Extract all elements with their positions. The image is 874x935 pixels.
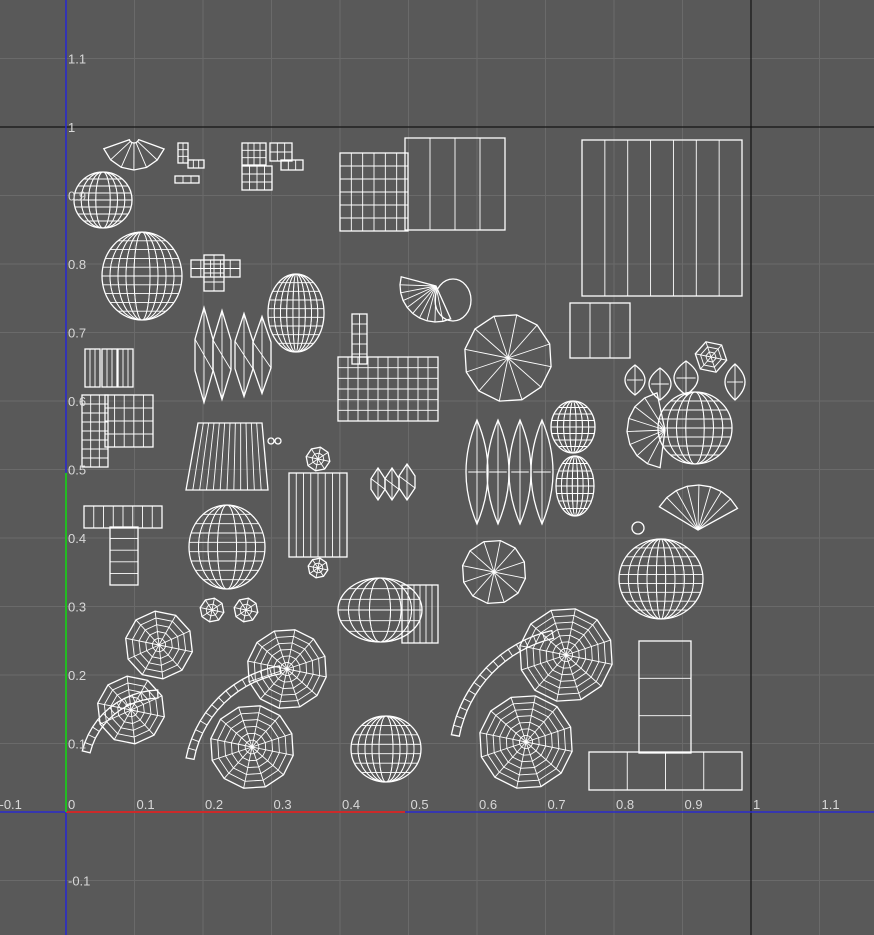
uv-shell-umbrella <box>461 539 527 605</box>
uv-shell-leaf <box>724 363 746 401</box>
v-tick-label: 0.2 <box>68 668 86 683</box>
v-tick-label: 0.9 <box>68 189 86 204</box>
v-tick-label: 0.3 <box>68 600 86 615</box>
uv-shell-cap <box>233 597 259 623</box>
uv-shells[interactable] <box>73 137 746 791</box>
uv-shell-large-box <box>581 139 743 297</box>
uv-shell-sphere <box>555 455 595 517</box>
uv-shell-grid <box>569 302 631 359</box>
uv-shell-leaf <box>624 364 646 396</box>
v-tick-label: 0.4 <box>68 531 86 546</box>
uv-shell-strip <box>101 348 118 388</box>
uv-shell-crystal <box>370 466 386 502</box>
uv-shell-band <box>185 665 282 761</box>
uv-shell-leaf <box>508 418 532 526</box>
uv-shell-crystal <box>212 308 232 402</box>
v-tick-label: -0.1 <box>68 874 90 889</box>
u-tick-label: 0 <box>68 797 75 812</box>
u-tick-label: 0.1 <box>137 797 155 812</box>
u-tick-label: 0.6 <box>479 797 497 812</box>
uv-shell-sphere <box>350 715 422 783</box>
uv-shell-grid <box>241 165 273 191</box>
uv-shell-grid <box>190 259 241 278</box>
uv-shell-umbrella <box>464 314 552 402</box>
uv-shell-t-bar <box>588 751 743 791</box>
uv-shell-dot <box>631 521 645 535</box>
uv-shell-fan <box>399 275 452 323</box>
u-tick-label: 0.8 <box>616 797 634 812</box>
uv-shell-skirt <box>185 422 269 491</box>
uv-shell-grid <box>241 142 267 166</box>
uv-shell-cap <box>125 610 193 680</box>
v-tick-label: 0.8 <box>68 257 86 272</box>
uv-shell-leaf <box>465 418 489 526</box>
u-tick-label: 0.2 <box>205 797 223 812</box>
uv-shell-sphere <box>101 231 183 321</box>
uv-shell-cap <box>247 629 327 709</box>
v-tick-label: 1 <box>68 120 75 135</box>
v-tick-label: 1.1 <box>68 52 86 67</box>
uv-shell-cap <box>210 705 294 789</box>
uv-shell-t-bar <box>638 640 692 754</box>
uv-shell-crystal <box>252 314 272 396</box>
uv-shell-cap <box>694 341 728 373</box>
uv-shell-crystal <box>384 466 400 502</box>
uv-canvas[interactable]: -0.1 0 0.1 0.2 0.3 0.4 0.5 0.6 0.7 0.8 0.9 1 1.1 1.1 1… <box>0 0 874 935</box>
uv-shell-grid <box>174 175 200 184</box>
uv-shell-strip <box>117 348 134 388</box>
uv-shell-lantern <box>288 472 348 558</box>
uv-shell-castle <box>337 356 439 422</box>
u-tick-label: 0.4 <box>342 797 360 812</box>
uv-shell-sphere <box>550 400 596 454</box>
uv-shell-leaf <box>673 360 699 396</box>
uv-shell-grid <box>269 142 293 162</box>
uv-shell-cap <box>305 446 331 472</box>
uv-editor-viewport[interactable]: -0.1 0 0.1 0.2 0.3 0.4 0.5 0.6 0.7 0.8 0.9 1 1.1 1.1 1… <box>0 0 874 935</box>
uv-shell-sphere <box>267 273 325 353</box>
uv-shell-grid <box>339 152 409 232</box>
uv-shell-dot <box>274 437 282 445</box>
u-tick-label: 0.9 <box>685 797 703 812</box>
uv-shell-cap <box>199 597 225 623</box>
v-tick-label: 0.1 <box>68 737 86 752</box>
uv-shell-grid <box>187 159 205 169</box>
uv-shell-leaf <box>486 418 510 526</box>
uv-shell-leaf <box>530 418 554 526</box>
uv-shell-strip <box>84 348 101 388</box>
v-tick-label: 0.6 <box>68 394 86 409</box>
uv-shell-fan <box>102 138 166 171</box>
uv-shell-cap <box>479 695 573 789</box>
uv-shell-fan <box>658 484 739 531</box>
v-tick-label: 0.5 <box>68 463 86 478</box>
u-tick-label: -0.1 <box>0 797 22 812</box>
uv-shell-ring <box>434 278 472 322</box>
uv-shell-cap <box>307 557 329 579</box>
uv-shell-fan <box>626 392 666 469</box>
u-tick-label: 1.1 <box>822 797 840 812</box>
uv-shell-fabric <box>337 577 423 643</box>
uv-shell-sphere <box>188 504 266 590</box>
u-tick-label: 0.3 <box>274 797 292 812</box>
uv-shell-grid <box>177 142 189 164</box>
u-tick-label: 1 <box>753 797 760 812</box>
uv-shell-sphere <box>657 391 733 465</box>
uv-shell-crystal <box>234 311 254 399</box>
uv-shell-crystal <box>194 305 214 405</box>
uv-shell-grid <box>83 505 163 529</box>
uv-shell-grid <box>104 394 154 448</box>
v-tick-label: 0.7 <box>68 326 86 341</box>
grid-lines <box>0 0 874 935</box>
u-tick-label: 0.5 <box>411 797 429 812</box>
u-tick-label: 0.7 <box>548 797 566 812</box>
uv-shell-grid <box>109 526 139 586</box>
uv-shell-box <box>404 137 506 231</box>
uv-shell-cap <box>519 608 613 702</box>
uv-axes <box>0 0 874 935</box>
